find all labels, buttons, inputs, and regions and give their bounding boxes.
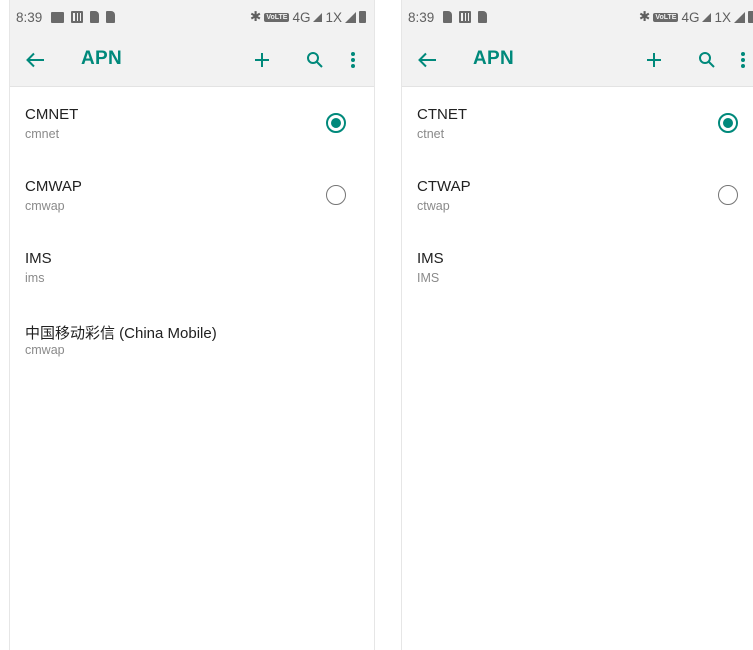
toolbar: APN	[402, 34, 753, 86]
apn-value: cmnet	[25, 127, 60, 141]
network-type-2: 1X	[714, 9, 731, 25]
status-bar: 8:39 ✱ VoLTE 4G 1X	[10, 0, 374, 34]
apn-name: CTWAP	[417, 178, 471, 195]
apn-list: CMNET cmnet CMWAP cmwap IMS ims 中国移动彩信 (…	[10, 87, 374, 377]
more-vert-icon[interactable]	[339, 46, 367, 74]
toolbar: APN	[10, 34, 374, 86]
apn-screen-right: 8:39 ✱ VoLTE 4G 1X APN CTNET ctnet CTWAP…	[401, 0, 753, 650]
battery-icon	[359, 11, 366, 23]
apn-name: 中国移动彩信 (China Mobile)	[25, 325, 217, 342]
network-type: 4G	[681, 9, 700, 25]
apn-value: cmwap	[25, 199, 65, 213]
apn-screen-left: 8:39 ✱ VoLTE 4G 1X APN CMNET cmnet CMWAP…	[9, 0, 375, 650]
sim-notification-icon-2	[478, 11, 488, 23]
bluetooth-icon: ✱	[639, 9, 651, 24]
network-type-2: 1X	[325, 9, 342, 25]
apn-value: ctwap	[417, 199, 450, 213]
status-indicators: ✱ VoLTE 4G 1X	[639, 0, 753, 34]
apn-name: CTNET	[417, 106, 467, 123]
apn-item-cmnet[interactable]: CMNET cmnet	[10, 89, 374, 161]
apn-item-ctnet[interactable]: CTNET ctnet	[402, 89, 753, 161]
image-notification-icon	[51, 11, 65, 23]
apn-list: CTNET ctnet CTWAP ctwap IMS IMS	[402, 87, 753, 305]
app-header: 8:39 ✱ VoLTE 4G 1X APN	[10, 0, 374, 87]
bluetooth-icon: ✱	[250, 9, 262, 24]
page-title: APN	[473, 48, 515, 69]
page-title: APN	[81, 48, 123, 69]
signal-icon	[313, 12, 323, 22]
status-time: 8:39	[16, 9, 43, 25]
apn-item-ctwap[interactable]: CTWAP ctwap	[402, 161, 753, 233]
add-icon[interactable]	[640, 46, 668, 74]
volte-badge: VoLTE	[264, 12, 290, 22]
calendar-notification-icon	[71, 11, 84, 23]
apn-item-ims[interactable]: IMS IMS	[402, 233, 753, 305]
signal-icon	[702, 12, 712, 22]
apn-name: IMS	[25, 250, 52, 267]
apn-value: ctnet	[417, 127, 445, 141]
add-icon[interactable]	[248, 46, 276, 74]
signal-icon-2	[345, 11, 356, 23]
signal-icon-2	[734, 11, 745, 23]
volte-badge: VoLTE	[653, 12, 679, 22]
apn-item-china-mobile-mms[interactable]: 中国移动彩信 (China Mobile) cmwap	[10, 305, 374, 377]
apn-name: CMWAP	[25, 178, 82, 195]
back-arrow-icon[interactable]	[22, 47, 48, 73]
apn-value: cmwap	[25, 343, 65, 357]
search-icon[interactable]	[693, 46, 721, 74]
apn-item-ims[interactable]: IMS ims	[10, 233, 374, 305]
back-arrow-icon[interactable]	[414, 47, 440, 73]
radio-selected[interactable]	[718, 113, 738, 133]
status-indicators: ✱ VoLTE 4G 1X	[250, 0, 366, 34]
apn-value: IMS	[417, 271, 440, 285]
sim-notification-icon	[90, 11, 100, 23]
apn-name: IMS	[417, 250, 444, 267]
status-time: 8:39	[408, 9, 435, 25]
sim-notification-icon-2	[106, 11, 116, 23]
search-icon[interactable]	[301, 46, 329, 74]
status-bar: 8:39 ✱ VoLTE 4G 1X	[402, 0, 753, 34]
apn-value: ims	[25, 271, 45, 285]
radio-selected[interactable]	[326, 113, 346, 133]
apn-item-cmwap[interactable]: CMWAP cmwap	[10, 161, 374, 233]
network-type: 4G	[292, 9, 311, 25]
sim-notification-icon	[443, 11, 453, 23]
radio-unselected[interactable]	[326, 185, 346, 205]
app-header: 8:39 ✱ VoLTE 4G 1X APN	[402, 0, 753, 87]
battery-icon	[748, 11, 753, 23]
radio-unselected[interactable]	[718, 185, 738, 205]
more-vert-icon[interactable]	[729, 46, 753, 74]
apn-name: CMNET	[25, 106, 79, 123]
calendar-notification-icon	[459, 11, 472, 23]
